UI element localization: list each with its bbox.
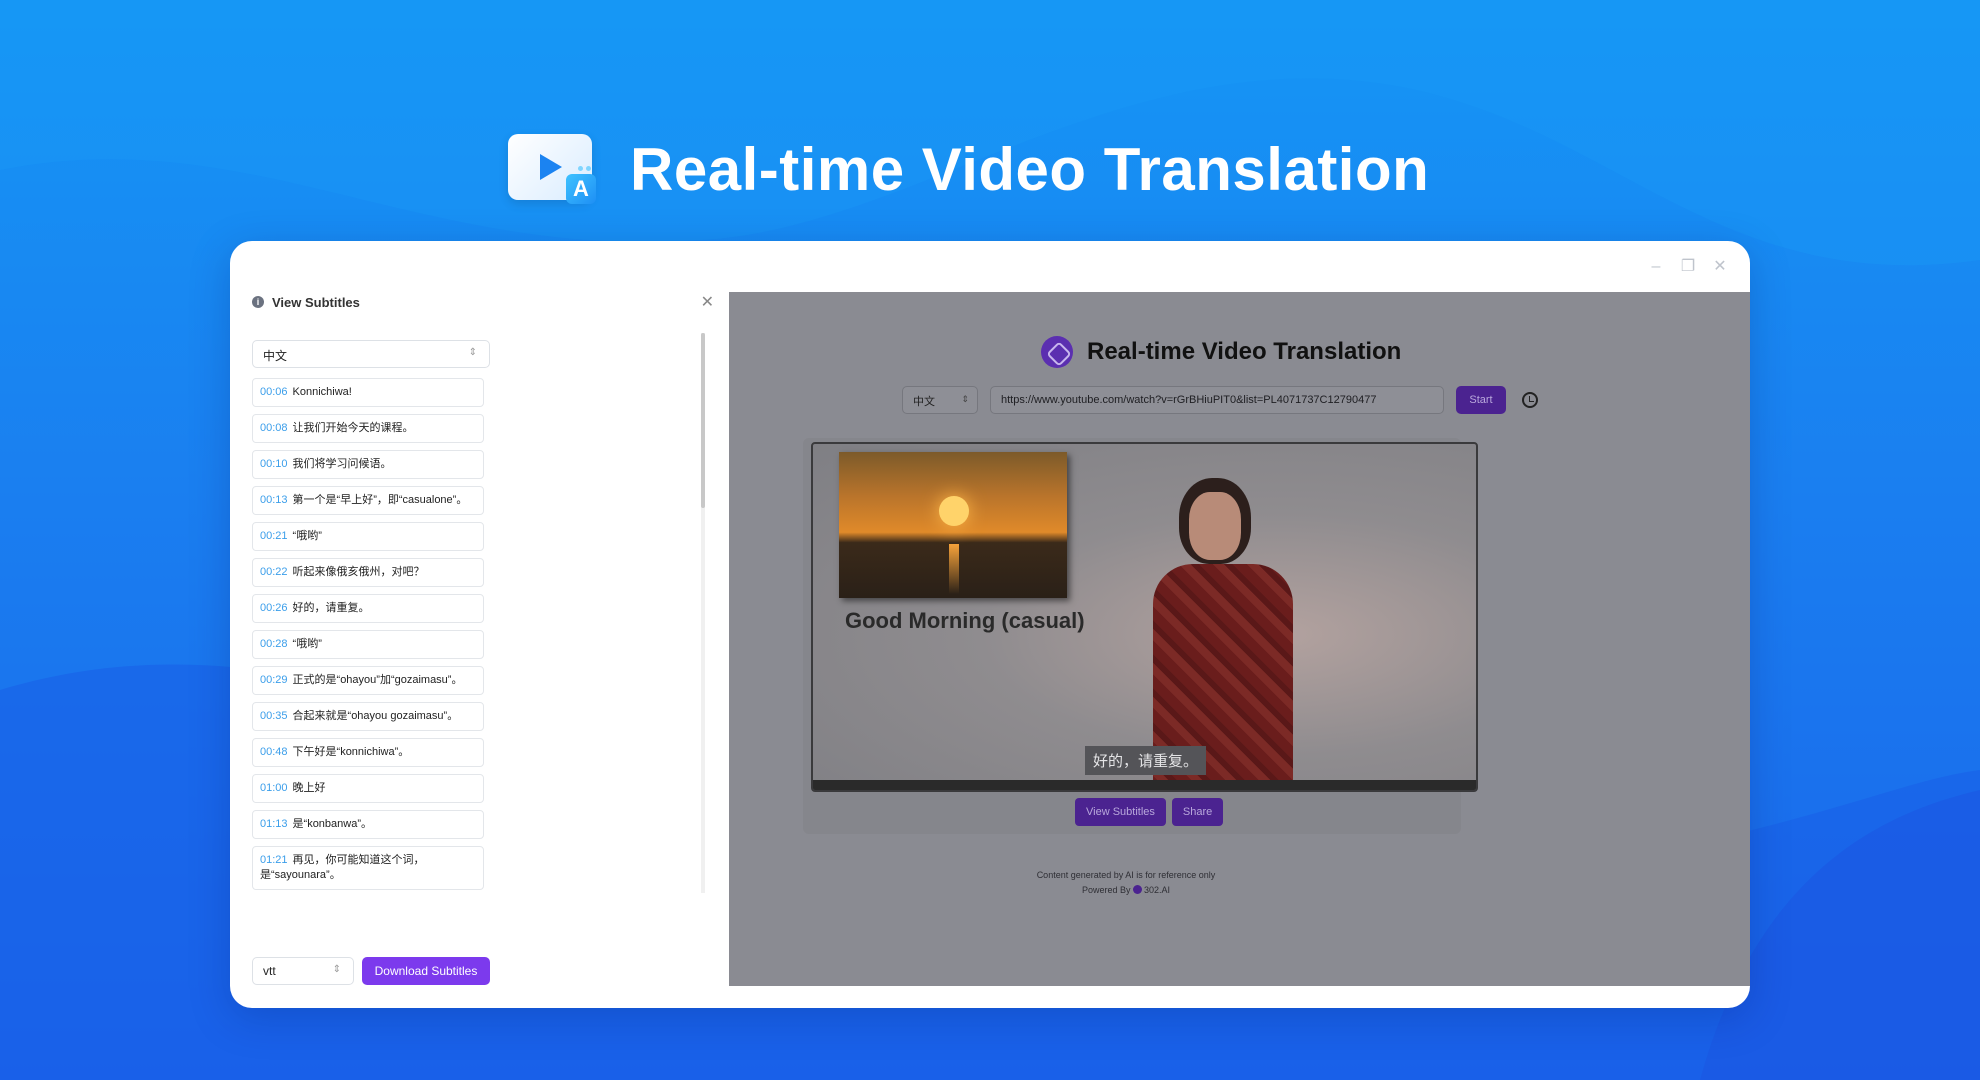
subtitle-format-value: vtt (263, 964, 276, 978)
subtitle-scrollbar-thumb[interactable] (701, 333, 705, 508)
subtitle-text: 是“konbanwa”。 (292, 818, 373, 830)
hero-title: Real-time Video Translation (630, 135, 1430, 203)
app-window: – ❐ ✕ i View Subtitles ✕ 中文 ⇕ 00:06 Konni… (230, 241, 1750, 1008)
footer-powered-by: Powered By 302.AI (729, 883, 1523, 898)
subtitle-item[interactable]: 00:22 听起来像俄亥俄州，对吧？ (252, 558, 484, 587)
subtitle-list[interactable]: 00:06 Konnichiwa! 00:08 让我们开始今天的课程。 00:10 我们将… (252, 378, 494, 946)
share-button[interactable]: Share (1171, 798, 1224, 826)
select-arrows-icon: ⇕ (468, 347, 477, 358)
subtitle-timestamp[interactable]: 00:26 (260, 602, 288, 614)
subtitle-language-value: 中文 (263, 349, 288, 363)
target-language-value: 中文 (913, 396, 935, 408)
subtitle-text: 下午好是“konnichiwa”。 (292, 746, 410, 758)
subtitle-language-select[interactable]: 中文 ⇕ (252, 340, 490, 368)
start-button[interactable]: Start (1456, 386, 1506, 414)
subtitle-text: 我们将学习问候语。 (292, 458, 392, 470)
video-translate-logo-icon: A (508, 132, 600, 206)
translate-badge-icon: A (566, 174, 596, 204)
sunset-image (839, 452, 1067, 598)
close-panel-icon[interactable]: ✕ (701, 292, 714, 312)
main-app-area: 文A ⓘ Real-time Video Translation 中文 ⇕ ht… (729, 292, 1750, 986)
subtitle-item[interactable]: 00:48 下午好是“konnichiwa”。 (252, 738, 484, 767)
brand-logo-icon (1133, 885, 1142, 894)
subtitle-timestamp[interactable]: 00:29 (260, 674, 288, 686)
video-player[interactable]: Good Morning (casual) 好的，请重复。 (811, 442, 1478, 792)
subtitle-item[interactable]: 01:13 是“konbanwa”。 (252, 810, 484, 839)
app-logo-icon (1041, 336, 1073, 368)
subtitle-text: 正式的是“ohayou”加“gozaimasu”。 (292, 674, 463, 686)
subtitle-item[interactable]: 00:21 “哦哟” (252, 522, 484, 551)
subtitle-item[interactable]: 00:08 让我们开始今天的课程。 (252, 414, 484, 443)
subtitle-timestamp[interactable]: 00:48 (260, 746, 288, 758)
subtitle-timestamp[interactable]: 00:13 (260, 494, 288, 506)
subtitle-item[interactable]: 00:28 “哦哟” (252, 630, 484, 659)
input-controls: 中文 ⇕ https://www.youtube.com/watch?v=rGr… (902, 386, 1538, 414)
window-controls: – ❐ ✕ (1648, 259, 1728, 275)
footer-disclaimer: Content generated by AI is for reference… (1036, 870, 1216, 880)
restore-icon[interactable]: ❐ (1680, 259, 1696, 275)
subtitle-timestamp[interactable]: 00:22 (260, 566, 288, 578)
subtitle-item[interactable]: 00:06 Konnichiwa! (252, 378, 484, 407)
subtitle-timestamp[interactable]: 00:21 (260, 530, 288, 542)
view-subtitles-button[interactable]: View Subtitles (1075, 798, 1166, 826)
subtitle-item[interactable]: 00:35 合起来就是“ohayou gozaimasu”。 (252, 702, 484, 731)
subtitle-timestamp[interactable]: 00:10 (260, 458, 288, 470)
target-language-select[interactable]: 中文 ⇕ (902, 386, 978, 414)
video-card: Good Morning (casual) 好的，请重复。 View Subti… (803, 438, 1478, 834)
subtitle-timestamp[interactable]: 00:06 (260, 386, 288, 398)
subtitle-text: 好的，请重复。 (292, 602, 370, 614)
subtitle-timestamp[interactable]: 00:28 (260, 638, 288, 650)
subtitle-item[interactable]: 01:00 晚上好 (252, 774, 484, 803)
subtitle-text: 让我们开始今天的课程。 (292, 422, 414, 434)
video-actions: View Subtitles Share (1075, 798, 1224, 826)
subtitles-panel-title: View Subtitles (272, 294, 360, 310)
info-icon: i (252, 296, 264, 308)
subtitle-timestamp[interactable]: 01:21 (260, 854, 288, 866)
subtitles-panel-header: i View Subtitles ✕ (252, 292, 714, 312)
subtitles-panel: i View Subtitles ✕ 中文 ⇕ 00:06 Konnichiwa!… (248, 292, 728, 992)
hero-header: A Real-time Video Translation (508, 132, 1429, 206)
subtitle-text: 晚上好 (292, 782, 326, 794)
close-icon[interactable]: ✕ (1712, 259, 1728, 275)
subtitle-text: “哦哟” (292, 530, 322, 542)
download-subtitles-button[interactable]: Download Subtitles (362, 957, 490, 985)
subtitle-item[interactable]: 00:10 我们将学习问候语。 (252, 450, 484, 479)
minimize-icon[interactable]: – (1648, 259, 1664, 275)
select-arrows-icon: ⇕ (961, 394, 969, 404)
subtitle-timestamp[interactable]: 00:35 (260, 710, 288, 722)
subtitle-item[interactable]: 00:29 正式的是“ohayou”加“gozaimasu”。 (252, 666, 484, 695)
subtitle-timestamp[interactable]: 00:08 (260, 422, 288, 434)
subtitle-text: 听起来像俄亥俄州，对吧？ (292, 566, 425, 578)
subtitle-format-select[interactable]: vtt ⇕ (252, 957, 354, 985)
video-caption: 好的，请重复。 (1085, 746, 1207, 775)
powered-by-label: Powered By (1081, 885, 1131, 895)
select-arrows-icon: ⇕ (332, 964, 341, 975)
video-slide-text: Good Morning (casual) (845, 608, 1085, 633)
brand-name[interactable]: 302.AI (1144, 885, 1170, 895)
subtitle-text: “哦哟” (292, 638, 322, 650)
footer: Content generated by AI is for reference… (729, 868, 1523, 898)
subtitle-item[interactable]: 00:13 第一个是“早上好”，即“casualone”。 (252, 486, 484, 515)
subtitle-text: 第一个是“早上好”，即“casualone”。 (292, 494, 468, 506)
video-url-input[interactable]: https://www.youtube.com/watch?v=rGrBHiuP… (990, 386, 1444, 414)
presenter-image (1143, 478, 1303, 790)
subtitle-timestamp[interactable]: 01:00 (260, 782, 288, 794)
subtitle-item[interactable]: 00:26 好的，请重复。 (252, 594, 484, 623)
app-title: Real-time Video Translation (1087, 338, 1402, 365)
subtitle-timestamp[interactable]: 01:13 (260, 818, 288, 830)
subtitle-item[interactable]: 01:21 再见，你可能知道这个词，是“sayounara”。 (252, 846, 484, 890)
subtitle-text: Konnichiwa! (292, 386, 352, 398)
app-header: Real-time Video Translation (1041, 336, 1401, 368)
subtitle-text: 合起来就是“ohayou gozaimasu”。 (292, 710, 459, 722)
history-icon[interactable] (1522, 392, 1538, 408)
